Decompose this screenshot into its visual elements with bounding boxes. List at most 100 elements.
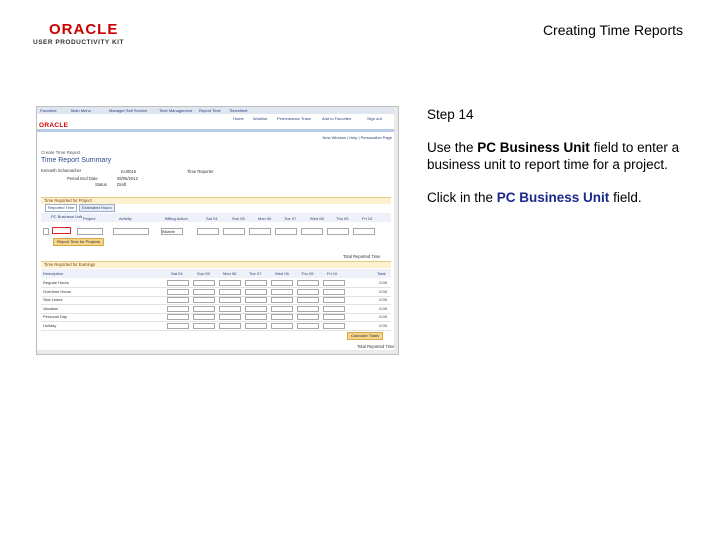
menu-performance-trace[interactable]: Performance Trace <box>277 116 311 121</box>
menu-worklist[interactable]: Worklist <box>253 116 267 121</box>
earnings-hours-field[interactable] <box>323 280 345 286</box>
earnings-hours-field[interactable] <box>271 297 293 303</box>
earnings-hours-field[interactable] <box>219 322 241 329</box>
earnings-hours-field[interactable] <box>297 314 319 320</box>
earnings-hours-field[interactable] <box>245 314 267 320</box>
section-project-title: Time Reported for Project <box>44 198 92 203</box>
footer-total-label: Total Reported Time <box>357 344 395 349</box>
menu-add-favorites[interactable]: Add to Favorites <box>322 116 351 121</box>
earnings-hours-field[interactable] <box>323 322 345 329</box>
activity-field[interactable] <box>113 228 149 235</box>
action-text-post: field. <box>609 190 642 205</box>
hours-sun[interactable] <box>223 228 245 235</box>
earnings-hours-field[interactable] <box>219 280 241 286</box>
earnings-hours-field[interactable] <box>271 322 293 329</box>
nav-link-manager-self-service[interactable]: Manager Self Service <box>109 108 147 113</box>
earnings-hours-field[interactable] <box>219 288 241 295</box>
nav-link-main-menu[interactable]: Main Menu <box>71 108 91 113</box>
page-breadcrumb: Create Time Report <box>41 150 81 155</box>
tab-reported-time[interactable]: Reported Time <box>45 204 78 212</box>
earnings-hours-field[interactable] <box>193 305 215 312</box>
earnings-hours-field[interactable] <box>323 314 345 320</box>
earnings-row-label: Personal Day <box>43 314 68 319</box>
earnings-hours-field[interactable] <box>193 288 215 295</box>
instruction-text: Use the PC Business Unit field to enter … <box>427 139 697 173</box>
hours-wed[interactable] <box>301 228 323 235</box>
header-menu: Home Worklist Performance Trace Add to F… <box>37 115 398 122</box>
hours-thu[interactable] <box>327 228 349 235</box>
time-reporter[interactable]: Time Reporter <box>187 169 214 174</box>
earnings-hours-field[interactable] <box>245 280 267 286</box>
menu-home[interactable]: Home <box>233 116 244 121</box>
row-select-checkbox[interactable] <box>43 228 49 235</box>
earnings-hours-field[interactable] <box>297 322 319 329</box>
earnings-hours-field[interactable] <box>297 305 319 312</box>
earnings-hours-field[interactable] <box>193 314 215 320</box>
col-project: Project <box>83 216 96 221</box>
section-earnings-title: Time Reported for Earnings <box>44 262 96 267</box>
earnings-hours-field[interactable] <box>193 322 215 329</box>
earnings-hours-field[interactable] <box>297 288 319 295</box>
nav-link-favorites[interactable]: Favorites <box>40 108 56 113</box>
earnings-hours-field[interactable] <box>219 297 241 303</box>
nav-link-report-time[interactable]: Report Time <box>199 108 221 113</box>
earnings-hours-field[interactable] <box>245 288 267 295</box>
col2-tue: Tue 07 <box>249 271 262 276</box>
earnings-hours-field[interactable] <box>167 322 189 329</box>
earnings-hours-field[interactable] <box>167 305 189 312</box>
section-earnings-time: Time Reported for Earnings <box>41 261 391 268</box>
earnings-row-total: 0.00 <box>379 322 387 328</box>
earnings-hours-field[interactable] <box>271 280 293 286</box>
report-time-projects-button[interactable]: Report Time for Projects <box>53 238 105 246</box>
earnings-hours-field[interactable] <box>167 288 189 295</box>
horizontal-scrollbar[interactable] <box>37 350 398 354</box>
earnings-row-label: Sick Leave <box>43 297 63 302</box>
project-field[interactable] <box>77 228 103 235</box>
hours-tue[interactable] <box>275 228 297 235</box>
earnings-hours-field[interactable] <box>271 305 293 312</box>
billing-action-select[interactable]: Billable <box>161 228 183 235</box>
page-links[interactable]: New Window | Help | Personalize Page <box>323 135 392 140</box>
earnings-hours-field[interactable] <box>219 314 241 320</box>
status-value: Draft <box>117 182 127 187</box>
col-sun: Sun 05 <box>232 216 245 221</box>
earnings-hours-field[interactable] <box>297 280 319 286</box>
earnings-hours-field[interactable] <box>297 297 319 303</box>
earnings-hours-field[interactable] <box>219 305 241 312</box>
pc-business-unit-field[interactable] <box>52 227 71 234</box>
earnings-row-total: 0.00 <box>379 305 387 311</box>
earnings-hours-field[interactable] <box>245 305 267 312</box>
hours-sat[interactable] <box>197 228 219 235</box>
earnings-row-total: 0.00 <box>379 288 387 294</box>
earnings-table-header: Description Sat 04 Sun 05 Mon 06 Tue 07 … <box>41 269 391 278</box>
nav-link-timesheet[interactable]: Timesheet <box>229 108 248 113</box>
earnings-hours-field[interactable] <box>323 288 345 295</box>
col2-wed: Wed 08 <box>275 271 289 276</box>
earnings-row-label: Vacation <box>43 305 59 311</box>
earnings-hours-field[interactable] <box>271 288 293 295</box>
col-mon: Mon 06 <box>258 216 272 221</box>
earnings-hours-field[interactable] <box>167 280 189 286</box>
earnings-hours-field[interactable] <box>193 280 215 286</box>
hours-fri[interactable] <box>353 228 375 235</box>
hours-mon[interactable] <box>249 228 271 235</box>
earnings-hours-field[interactable] <box>323 305 345 312</box>
mini-oracle-logo: ORACLE <box>39 122 69 129</box>
vertical-scrollbar[interactable] <box>394 107 398 354</box>
menu-sign-out[interactable]: Sign out <box>367 116 382 121</box>
earnings-hours-field[interactable] <box>193 297 215 303</box>
calculate-totals-button[interactable]: Calculate Totals <box>347 332 384 340</box>
earnings-hours-field[interactable] <box>271 314 293 320</box>
section-project-time: Time Reported for Project <box>41 197 391 204</box>
header-divider <box>37 129 398 132</box>
earnings-hours-field[interactable] <box>245 297 267 303</box>
earnings-row-label: Overtime Hours <box>43 288 72 294</box>
earnings-hours-field[interactable] <box>245 322 267 329</box>
earnings-hours-field[interactable] <box>167 297 189 303</box>
earnings-hours-field[interactable] <box>167 314 189 320</box>
nav-link-time-management[interactable]: Time Management <box>159 108 192 113</box>
tab-estimated-hours[interactable]: Estimated Hours <box>79 204 115 212</box>
period-value: 05/05/2012 <box>117 176 138 181</box>
earnings-hours-field[interactable] <box>323 297 345 303</box>
employee-id: KU0015 <box>121 169 137 174</box>
